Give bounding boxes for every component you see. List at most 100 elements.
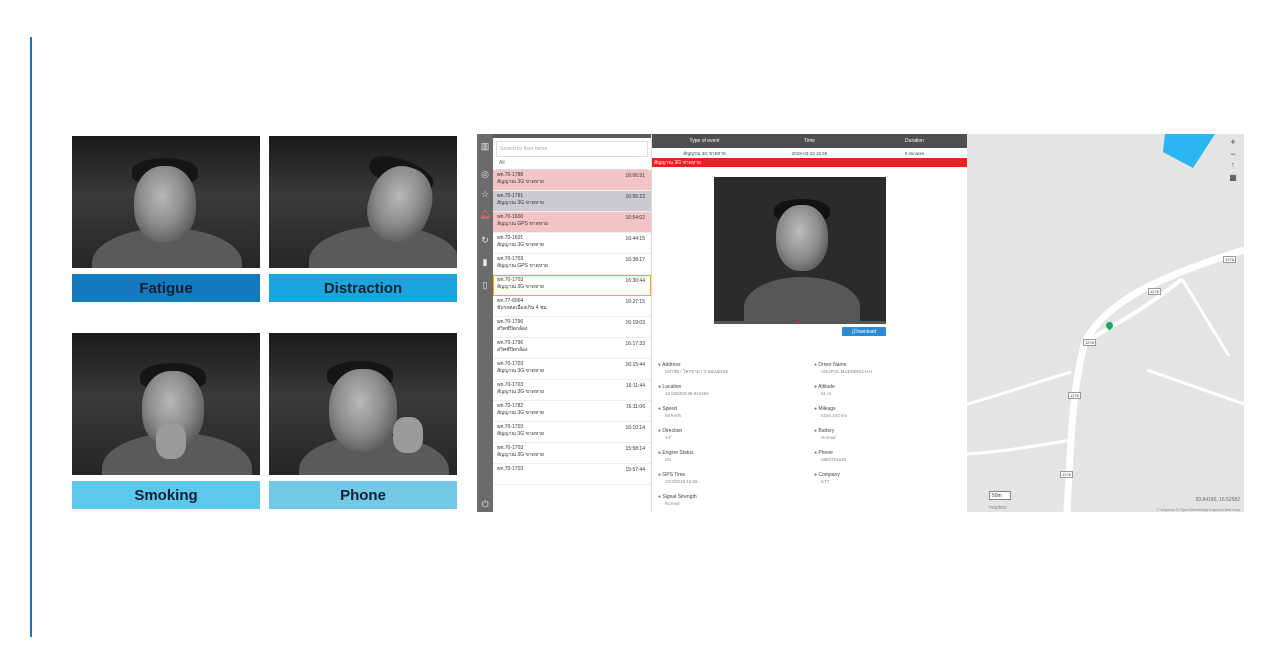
column-header: Type of event xyxy=(689,138,720,144)
list-item[interactable]: wn.70-1703 สัญญาณ 3G ขาดหาย 16:30:44 xyxy=(493,275,651,296)
column-header: Time xyxy=(804,138,815,144)
phone-label: Phone xyxy=(269,481,457,509)
list-item[interactable]: wn.70-1703 สัญญาณ 3G ขาดหาย 15:58:14 xyxy=(493,443,651,464)
info-field: ● Signal Strength Normal xyxy=(658,494,697,507)
info-value: 51 m xyxy=(821,390,832,396)
vehicle-plate: wn.70-1791 xyxy=(497,193,524,199)
info-value: KTT xyxy=(821,478,830,484)
alert-banner: สัญญาณ 3G ขาดหาย xyxy=(652,158,967,167)
list-item[interactable]: wn.70-1703 สัญญาณ 3G ขาดหาย 16:11:44 xyxy=(493,380,651,401)
road-label: 1278 xyxy=(1060,471,1073,478)
compass-icon[interactable]: ↑ xyxy=(1228,160,1238,172)
list-item[interactable]: wn.77-6064 ขับรถต่อเนื่องเกิน 4 ชม. 16:27:… xyxy=(493,296,651,317)
table-cell: 0 minutes xyxy=(904,150,925,156)
list-item[interactable]: wn.70-1703 15:57:44 xyxy=(493,464,651,485)
event-time: 16:54:02 xyxy=(625,215,645,221)
list-item[interactable]: wn.70-1791 สัญญาณ 3G ขาดหาย 16:56:23 xyxy=(493,191,651,212)
phone-card: Phone xyxy=(269,333,457,509)
vehicle-plate: wn.70-1782 xyxy=(497,403,524,409)
info-key: Driver Name xyxy=(818,362,847,368)
event-time: 16:27:15 xyxy=(625,299,645,305)
list-item[interactable]: wn.70-1703 สัญญาณ 3G ขาดหาย 16:10:14 xyxy=(493,422,651,443)
road xyxy=(967,438,1072,456)
list-item[interactable]: wn.70-1796 สวิตช์ปิดกล้อง 16:19:03 xyxy=(493,317,651,338)
vehicle-list: Search by fleet name All wn.70-1788 สัญญา… xyxy=(493,134,651,512)
list-item[interactable]: wn.70-1703 สัญญาณ 3G ขาดหาย 16:15:44 xyxy=(493,359,651,380)
bar-chart-icon[interactable]: ▮ xyxy=(477,254,493,270)
road xyxy=(1146,368,1244,406)
filter-select[interactable]: All xyxy=(496,160,648,170)
zone-polygon xyxy=(1163,134,1215,168)
refresh-icon[interactable]: ↻ xyxy=(477,232,493,248)
event-text: สวิตช์ปิดกล้อง xyxy=(497,326,528,332)
vehicle-plate: wn.70-1703 xyxy=(497,424,524,430)
event-text: สัญญาณ 3G ขาดหาย xyxy=(497,452,544,458)
phone-photo xyxy=(269,333,457,475)
driver-snapshot[interactable] xyxy=(714,177,886,322)
list-item[interactable]: wn.70-1600 สัญญาณ GPS ขาดหาย 16:54:02 xyxy=(493,212,651,233)
vehicle-plate: wn.70-1601 xyxy=(497,235,524,241)
map-scale: 50m xyxy=(989,491,1011,500)
vehicle-plate: wn.70-1796 xyxy=(497,340,524,346)
event-time: 16:15:44 xyxy=(625,362,645,368)
info-value: ANUPOL MUENBRICHAI xyxy=(821,368,873,374)
info-key: Mileage xyxy=(818,406,836,412)
list-item[interactable]: wn.70-1782 สัญญาณ 3G ขาดหาย 16:11:06 xyxy=(493,401,651,422)
info-key: Altitude xyxy=(818,384,835,390)
document-icon[interactable]: ▯ xyxy=(477,277,493,293)
download-button[interactable]: ⤓Download xyxy=(842,327,886,336)
road-label: 1278 xyxy=(1148,288,1161,295)
info-key: Engine Status xyxy=(662,450,694,456)
event-table-row[interactable]: สัญญาณ 3G ขาดหาย 2019-03-22 16:55 0 minu… xyxy=(652,148,967,158)
vehicle-plate: wn.70-1703 xyxy=(497,466,524,472)
smoking-label: Smoking xyxy=(72,481,260,509)
list-item[interactable]: wn.70-1601 สัญญาณ 3G ขาดหาย 16:44:15 xyxy=(493,233,651,254)
column-header: Duration xyxy=(905,138,924,144)
info-field: ● Location 16.525303,99.844455 xyxy=(658,384,709,397)
power-icon[interactable]: ⏻ xyxy=(477,496,493,512)
list-item[interactable]: wn.70-1788 สัญญาณ 3G ขาดหาย 16:06:51 xyxy=(493,170,651,191)
video-progress[interactable] xyxy=(714,321,886,324)
info-key: Location xyxy=(662,384,682,390)
list-item[interactable]: wn.70-1703 สัญญาณ GPS ขาดหาย 16:38:17 xyxy=(493,254,651,275)
zoom-out-icon[interactable]: − xyxy=(1228,148,1238,160)
map-coordinates: 99.84180, 16.52582 xyxy=(1195,497,1241,503)
star-icon[interactable]: ☆ xyxy=(477,186,493,202)
info-field: ● Company KTT xyxy=(814,472,840,485)
vehicle-plate: wn.70-1703 xyxy=(497,445,524,451)
road-label: 1278 xyxy=(1223,256,1236,263)
map-view[interactable]: 1278 1278 1278 1278 1278 + − ↑ ▦ 50m 99.… xyxy=(967,134,1244,512)
map-attribution[interactable]: © Mapbox © OpenStreetMap Improve this ma… xyxy=(1157,507,1241,512)
info-field: ● Mileage 5164.243 km xyxy=(814,406,847,419)
distraction-label: Distraction xyxy=(269,274,457,302)
chart-icon[interactable]: ▥ xyxy=(477,138,493,154)
event-time: 16:56:23 xyxy=(625,194,645,200)
vehicle-plate: wn.77-6064 xyxy=(497,298,524,304)
event-time: 15:58:14 xyxy=(625,446,645,452)
event-text: สัญญาณ 3G ขาดหาย xyxy=(497,389,544,395)
event-detail: Type of event Time Duration สัญญาณ 3G ขา… xyxy=(651,134,967,512)
event-time: 16:17:33 xyxy=(625,341,645,347)
info-field: ● Altitude 51 m xyxy=(814,384,835,397)
search-input[interactable]: Search by fleet name xyxy=(496,141,648,157)
road xyxy=(967,370,1072,406)
zoom-controls: + − ↑ ▦ xyxy=(1228,136,1238,184)
info-key: Battery xyxy=(818,428,835,434)
info-key: Company xyxy=(818,472,840,478)
target-icon[interactable]: ◎ xyxy=(477,166,493,182)
distraction-card: Distraction xyxy=(269,136,457,302)
zoom-in-icon[interactable]: + xyxy=(1228,136,1238,148)
fatigue-card: Fatigue xyxy=(72,136,260,302)
bell-icon[interactable]: 🔔︎ xyxy=(477,206,493,222)
event-time: 15:57:44 xyxy=(625,467,645,473)
event-table-header: Type of event Time Duration xyxy=(652,134,967,148)
road-label: 1278 xyxy=(1068,392,1081,399)
vehicle-plate: wn.70-1703 xyxy=(497,256,524,262)
list-item[interactable]: wn.70-1796 สวิตช์ปิดกล้อง 16:17:33 xyxy=(493,338,651,359)
info-key: Address xyxy=(662,362,681,368)
info-value: 44° xyxy=(665,434,672,440)
info-field: ● Engine Status On xyxy=(658,450,694,463)
event-text: สวิตช์ปิดกล้อง xyxy=(497,347,528,353)
event-time: 16:38:17 xyxy=(625,257,645,263)
layers-icon[interactable]: ▦ xyxy=(1228,172,1238,184)
